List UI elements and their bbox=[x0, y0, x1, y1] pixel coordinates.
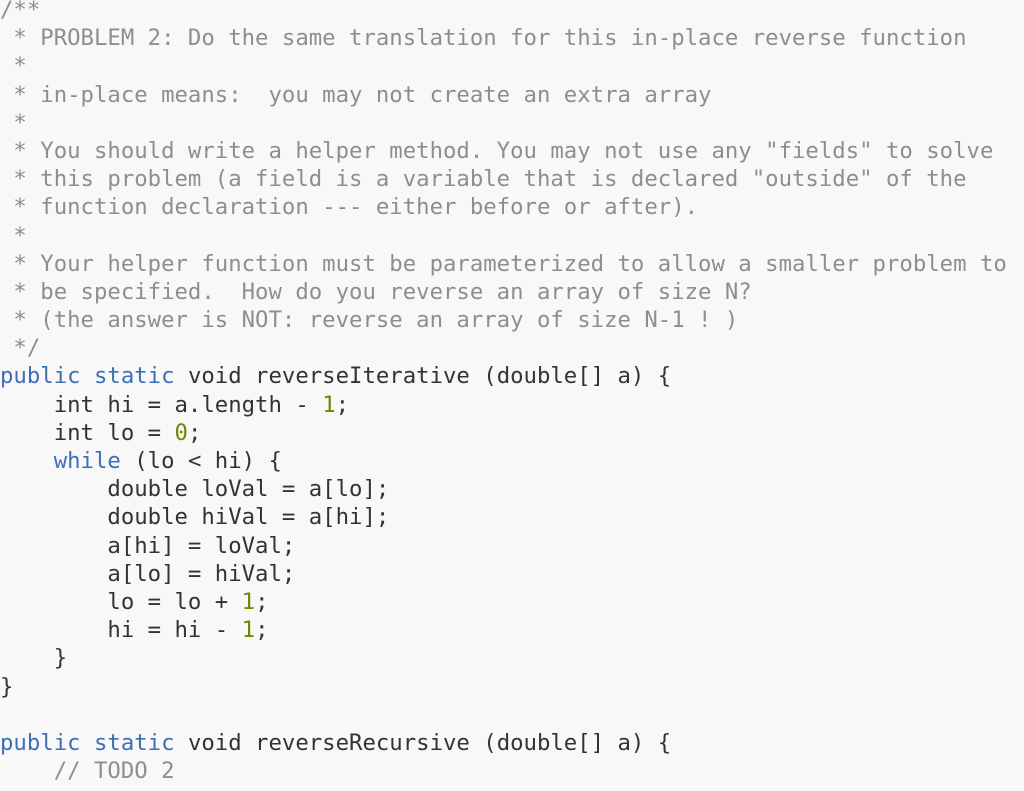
code-line: int lo = 0; bbox=[0, 419, 1007, 447]
comment-token: /** bbox=[0, 0, 41, 23]
code-line: * bbox=[0, 52, 1007, 80]
code-line: } bbox=[0, 673, 1007, 701]
code-token: hi = hi - bbox=[0, 617, 242, 644]
code-line: * PROBLEM 2: Do the same translation for… bbox=[0, 24, 1007, 52]
code-line: * bbox=[0, 222, 1007, 250]
code-line: double hiVal = a[hi]; bbox=[0, 503, 1007, 531]
comment-token: * bbox=[0, 109, 27, 136]
code-line: * in-place means: you may not create an … bbox=[0, 81, 1007, 109]
code-line: /** bbox=[0, 0, 1007, 24]
code-line: public static void reverseRecursive (dou… bbox=[0, 729, 1007, 757]
comment-token: * bbox=[0, 222, 27, 249]
code-token: void reverseIterative (double[] a) { bbox=[174, 363, 672, 390]
code-token: a[hi] = loVal; bbox=[0, 532, 296, 559]
code-token: ; bbox=[255, 588, 269, 615]
comment-token: * function declaration --- either before… bbox=[0, 194, 699, 221]
code-line: int hi = a.length - 1; bbox=[0, 391, 1007, 419]
comment-token: * this problem (a field is a variable th… bbox=[0, 166, 967, 193]
comment-token: // TODO 2 bbox=[0, 758, 175, 785]
code-token: double loVal = a[lo]; bbox=[0, 476, 390, 503]
code-line: * bbox=[0, 109, 1007, 137]
keyword-token: while bbox=[53, 448, 121, 474]
code-editor[interactable]: /** * PROBLEM 2: Do the same translation… bbox=[0, 0, 1007, 785]
number-literal: 0 bbox=[174, 419, 188, 446]
number-literal: 1 bbox=[241, 588, 256, 615]
number-literal: 1 bbox=[241, 617, 256, 644]
code-line: * (the answer is NOT: reverse an array o… bbox=[0, 306, 1007, 334]
number-literal: 1 bbox=[322, 391, 336, 418]
code-token: a[lo] = hiVal; bbox=[0, 560, 296, 587]
comment-token: * Your helper function must be parameter… bbox=[0, 250, 1007, 277]
code-line: * function declaration --- either before… bbox=[0, 193, 1007, 221]
code-token: } bbox=[0, 673, 14, 700]
comment-token: * be specified. How do you reverse an ar… bbox=[0, 278, 752, 305]
code-token: (lo < hi) { bbox=[120, 448, 282, 474]
code-line: a[lo] = hiVal; bbox=[0, 560, 1007, 588]
comment-token: * bbox=[0, 53, 27, 80]
comment-token: * You should write a helper method. You … bbox=[0, 137, 994, 164]
code-line: lo = lo + 1; bbox=[0, 588, 1007, 616]
comment-token: * PROBLEM 2: Do the same translation for… bbox=[0, 25, 967, 52]
comment-token: */ bbox=[0, 335, 41, 362]
code-line: // TODO 2 bbox=[0, 757, 1007, 785]
code-line: hi = hi - 1; bbox=[0, 616, 1007, 644]
code-token: double hiVal = a[hi]; bbox=[0, 504, 390, 531]
keyword-token: public static bbox=[0, 363, 175, 390]
code-line: while (lo < hi) { bbox=[0, 447, 1007, 475]
code-token: ; bbox=[187, 419, 202, 446]
code-line: */ bbox=[0, 334, 1007, 362]
code-line: a[hi] = loVal; bbox=[0, 532, 1007, 560]
code-token: } bbox=[0, 645, 68, 672]
keyword-token: public static bbox=[0, 729, 175, 756]
code-line: double loVal = a[lo]; bbox=[0, 475, 1007, 503]
code-token: void reverseRecursive (double[] a) { bbox=[174, 729, 672, 756]
comment-token: * in-place means: you may not create an … bbox=[0, 81, 712, 108]
code-line: * be specified. How do you reverse an ar… bbox=[0, 278, 1007, 306]
code-line: * You should write a helper method. You … bbox=[0, 137, 1007, 165]
code-line: * this problem (a field is a variable th… bbox=[0, 165, 1007, 193]
code-token: ; bbox=[255, 617, 269, 644]
code-token: int lo = bbox=[0, 419, 175, 446]
code-line: public static void reverseIterative (dou… bbox=[0, 362, 1007, 390]
code-token: int hi = a.length - bbox=[0, 391, 323, 418]
comment-token: * (the answer is NOT: reverse an array o… bbox=[0, 307, 739, 334]
code-line: * Your helper function must be parameter… bbox=[0, 250, 1007, 278]
code-line: } bbox=[0, 644, 1007, 672]
code-token: lo = lo + bbox=[0, 588, 242, 615]
code-token: ; bbox=[335, 391, 350, 418]
